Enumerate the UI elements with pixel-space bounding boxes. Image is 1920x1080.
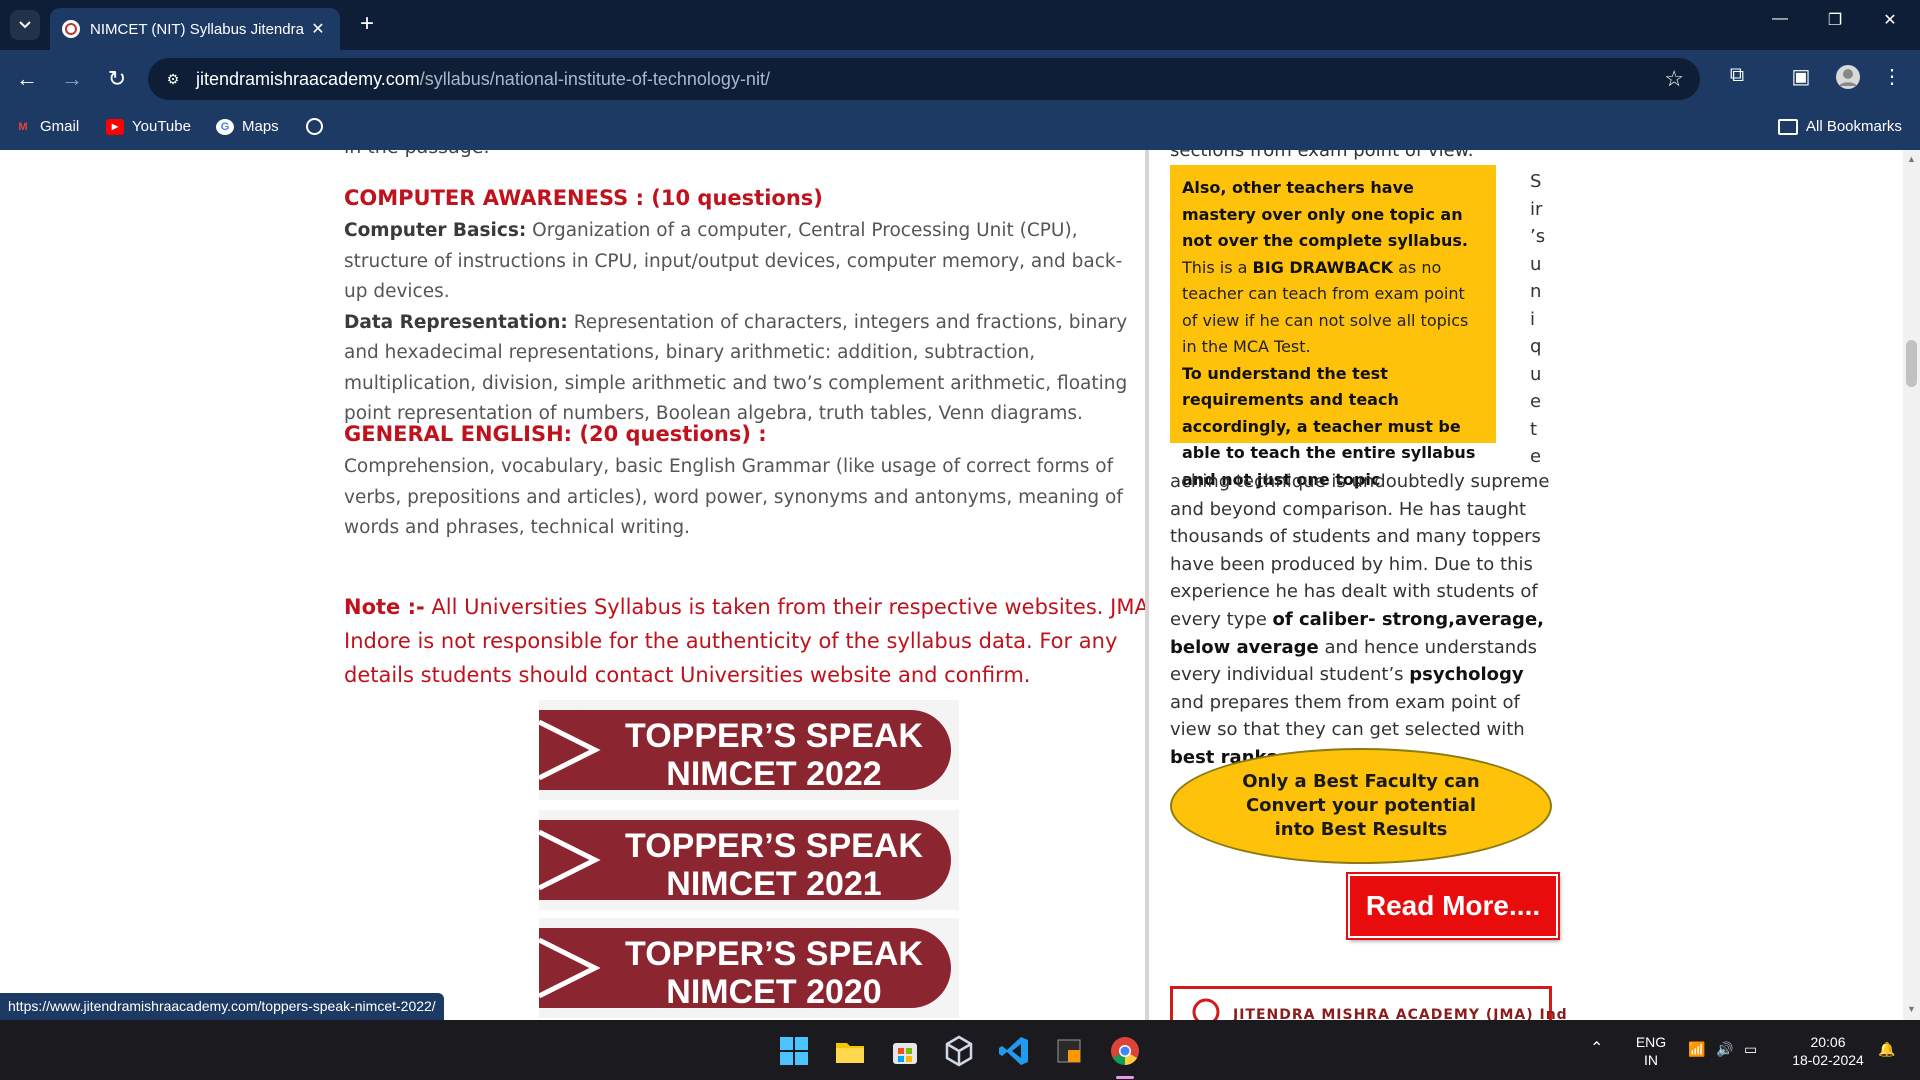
store-icon[interactable]	[888, 1034, 922, 1068]
cut-off-text: sections from exam point of view.	[1170, 150, 1474, 161]
address-bar[interactable]: ⚙ jitendramishraacademy.com/syllabus/nat…	[148, 58, 1700, 100]
toppers-speak-2021-banner[interactable]: TOPPER’S SPEAK NIMCET 2021	[537, 810, 959, 910]
best-faculty-oval: Only a Best Faculty can Convert your pot…	[1170, 748, 1552, 864]
page-viewport: in the passage. COMPUTER AWARENESS : (10…	[0, 150, 1903, 1020]
bookmark-youtube[interactable]: ▶ YouTube	[106, 118, 191, 135]
bookmark-gmail[interactable]: M Gmail	[14, 118, 79, 135]
new-tab-button[interactable]: +	[352, 10, 382, 40]
computer-awareness-text: Computer Basics: Organization of a compu…	[344, 220, 1128, 424]
youtube-icon: ▶	[106, 118, 124, 135]
site-info-icon[interactable]: ⚙	[162, 68, 184, 90]
google-icon: G	[216, 118, 234, 135]
highlight-box: Also, other teachers have mastery over o…	[1170, 165, 1496, 489]
logo-text: JITENDRA MISHRA ACADEMY (JMA) Ind	[1233, 1007, 1568, 1020]
extensions-icon[interactable]: ⧉	[1722, 64, 1752, 87]
side-panel-icon[interactable]: ▣	[1786, 64, 1816, 89]
close-window-icon[interactable]: ✕	[1870, 10, 1910, 30]
taskbar: ⌃ ENG IN 📶 🔊 ▭ 20:06 18-02-2024 🔔	[0, 1020, 1920, 1080]
active-app-indicator	[1116, 1076, 1134, 1079]
profile-avatar[interactable]	[1833, 64, 1863, 96]
general-english-heading: GENERAL ENGLISH: (20 questions) :	[344, 422, 767, 446]
clock[interactable]: 20:06 18-02-2024	[1780, 1033, 1876, 1069]
back-icon[interactable]: ←	[12, 64, 42, 94]
globe-icon	[306, 118, 323, 135]
bookmark-star-icon[interactable]: ☆	[1664, 66, 1684, 92]
academy-logo-icon	[1192, 998, 1220, 1020]
tab-title: NIMCET (NIT) Syllabus Jitendra	[90, 20, 304, 38]
url-text[interactable]: jitendramishraacademy.com/syllabus/natio…	[196, 69, 770, 90]
general-english-text: Comprehension, vocabulary, basic English…	[344, 456, 1123, 538]
reload-icon[interactable]: ↻	[102, 64, 132, 94]
chrome-icon[interactable]	[1108, 1034, 1142, 1068]
scroll-down-icon[interactable]: ▼	[1903, 1004, 1920, 1014]
banner-line2: NIMCET 2020	[666, 973, 881, 1011]
tab-search-button[interactable]	[10, 10, 40, 40]
toolbar: ← → ↻ ⚙ jitendramishraacademy.com/syllab…	[0, 50, 1920, 108]
cut-off-text: in the passage.	[344, 150, 490, 158]
scroll-up-icon[interactable]: ▲	[1903, 154, 1920, 164]
battery-icon[interactable]: ▭	[1744, 1040, 1757, 1058]
column-divider	[1145, 150, 1149, 1020]
bookmark-maps[interactable]: G Maps	[216, 118, 279, 135]
minimize-icon[interactable]: —	[1760, 10, 1800, 28]
virtualbox-icon[interactable]	[942, 1034, 976, 1068]
chevron-down-icon	[19, 21, 31, 29]
banner-line1: TOPPER’S SPEAK	[625, 717, 923, 755]
folder-icon	[1778, 118, 1798, 135]
banner-line1: TOPPER’S SPEAK	[625, 827, 923, 865]
close-tab-icon[interactable]: ✕	[306, 19, 330, 39]
scrollbar-thumb[interactable]	[1906, 340, 1917, 387]
toppers-speak-2020-banner[interactable]: TOPPER’S SPEAK NIMCET 2020	[537, 918, 959, 1018]
forward-icon[interactable]: →	[57, 64, 87, 94]
all-bookmarks-button[interactable]: All Bookmarks	[1778, 118, 1902, 135]
teacher-bio-text: aching technique is undoubtedly supreme …	[1170, 471, 1550, 768]
disclaimer-note: Note :- All Universities Syllabus is tak…	[344, 595, 1149, 687]
language-indicator[interactable]: ENG IN	[1634, 1033, 1668, 1069]
toppers-speak-2022-banner[interactable]: TOPPER’S SPEAK NIMCET 2022	[537, 700, 959, 800]
wifi-icon[interactable]: 📶	[1688, 1040, 1705, 1058]
tab-strip: NIMCET (NIT) Syllabus Jitendra ✕ + — ❐ ✕	[0, 0, 1920, 50]
tray-overflow-icon[interactable]: ⌃	[1590, 1040, 1603, 1058]
windows-start-icon[interactable]	[777, 1034, 811, 1068]
file-explorer-icon[interactable]	[833, 1034, 867, 1068]
restore-icon[interactable]: ❐	[1815, 10, 1855, 30]
vertical-scrollbar[interactable]: ▲ ▼	[1903, 150, 1920, 1020]
more-menu-icon[interactable]: ⋮	[1877, 64, 1907, 89]
banner-line2: NIMCET 2022	[666, 755, 881, 793]
wrapped-letters: S ir ’s u n i q u e t e	[1530, 171, 1546, 467]
active-tab[interactable]: NIMCET (NIT) Syllabus Jitendra ✕	[50, 8, 340, 50]
volume-icon[interactable]: 🔊	[1716, 1040, 1733, 1058]
banner-line1: TOPPER’S SPEAK	[625, 935, 923, 973]
computer-awareness-heading: COMPUTER AWARENESS : (10 questions)	[344, 186, 823, 210]
site-favicon-icon	[62, 20, 80, 38]
gmail-icon: M	[18, 120, 28, 133]
link-status-bubble: https://www.jitendramishraacademy.com/to…	[0, 993, 444, 1020]
vscode-icon[interactable]	[997, 1034, 1031, 1068]
academy-logo-banner[interactable]: JITENDRA MISHRA ACADEMY (JMA) Ind	[1170, 986, 1567, 1020]
notification-bell-icon[interactable]: 🔔	[1878, 1040, 1895, 1058]
read-more-button[interactable]: Read More....	[1348, 874, 1558, 938]
banner-line2: NIMCET 2021	[666, 865, 881, 903]
bookmark-globe[interactable]	[306, 118, 323, 135]
app-icon[interactable]	[1052, 1034, 1086, 1068]
bookmarks-bar: M Gmail ▶ YouTube G Maps All Bookmarks	[0, 108, 1920, 150]
